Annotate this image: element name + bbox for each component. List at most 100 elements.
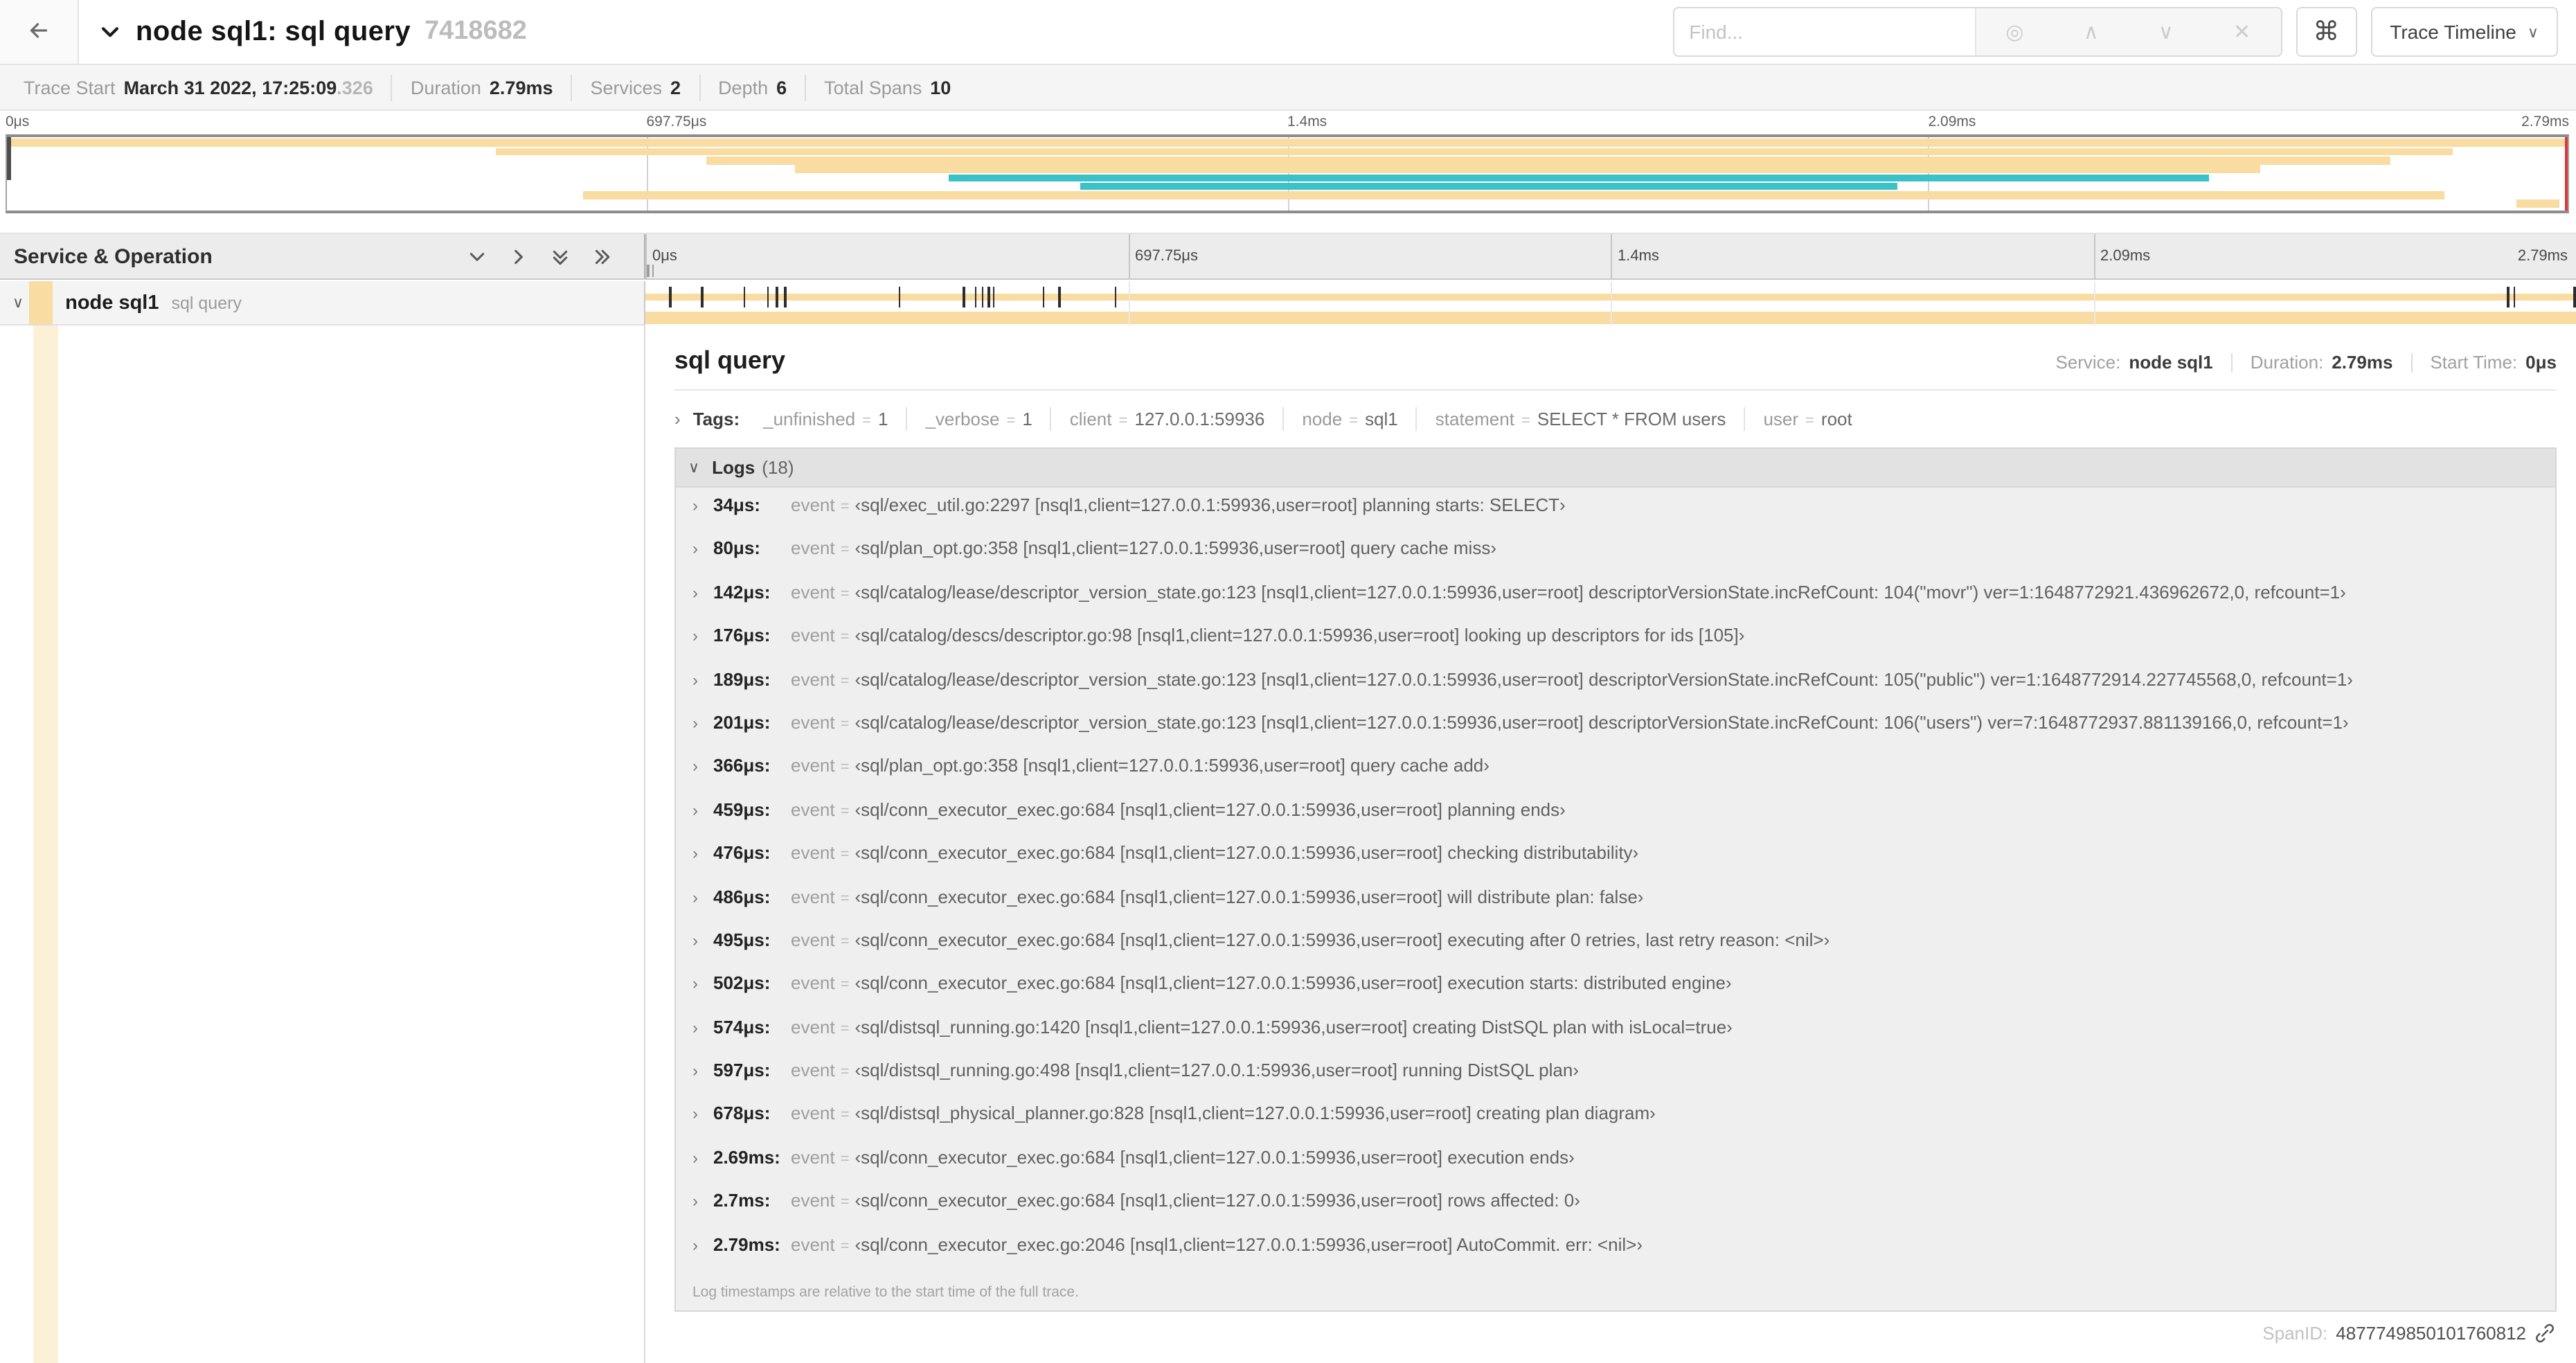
find-input[interactable] bbox=[1674, 8, 1975, 55]
divider bbox=[674, 389, 2557, 391]
log-entry[interactable]: › 34μs: event = ‹sql/exec_util.go:2297 [… bbox=[676, 495, 2555, 538]
log-marker-tick[interactable] bbox=[2573, 287, 2575, 308]
log-entry[interactable]: › 189μs: event = ‹sql/catalog/lease/desc… bbox=[676, 668, 2555, 712]
expand-log-chevron-icon[interactable]: › bbox=[692, 1105, 713, 1124]
expand-log-chevron-icon[interactable]: › bbox=[692, 757, 713, 776]
log-field-key: event bbox=[791, 972, 835, 994]
log-entry[interactable]: › 80μs: event = ‹sql/plan_opt.go:358 [ns… bbox=[676, 538, 2555, 582]
tags-row[interactable]: › Tags: _unfinished = 1 _verbose = 1 cli… bbox=[674, 407, 2557, 431]
log-entry[interactable]: › 502μs: event = ‹sql/conn_executor_exec… bbox=[676, 973, 2555, 1017]
span-row-label[interactable]: ∨ node sql1 sql query bbox=[0, 281, 645, 326]
log-marker-tick[interactable] bbox=[743, 287, 746, 308]
logs-header[interactable]: ∨ Logs (18) bbox=[676, 449, 2555, 488]
log-timestamp: 2.79ms: bbox=[713, 1233, 780, 1255]
find-clear-icon[interactable]: ✕ bbox=[2233, 21, 2251, 42]
minimap-span-row bbox=[7, 148, 2568, 157]
log-entry[interactable]: › 574μs: event = ‹sql/distsql_running.go… bbox=[676, 1016, 2555, 1060]
log-marker-tick[interactable] bbox=[1114, 287, 1117, 308]
trace-id: 7418682 bbox=[424, 17, 527, 46]
expand-all-icon[interactable] bbox=[593, 247, 611, 265]
expand-log-chevron-icon[interactable]: › bbox=[692, 887, 713, 907]
minimap-span-bar bbox=[795, 165, 2261, 173]
expand-log-chevron-icon[interactable]: › bbox=[692, 540, 713, 559]
expand-log-chevron-icon[interactable]: › bbox=[692, 1192, 713, 1211]
log-field-key: event bbox=[791, 842, 835, 864]
expand-log-chevron-icon[interactable]: › bbox=[692, 670, 713, 689]
collapse-span-chevron-icon[interactable]: ∨ bbox=[12, 294, 24, 312]
expand-log-chevron-icon[interactable]: › bbox=[692, 931, 713, 950]
summary-value: 2 bbox=[670, 77, 681, 98]
log-marker-tick[interactable] bbox=[981, 287, 984, 308]
column-resize-grip[interactable] bbox=[647, 265, 654, 277]
find-locate-icon[interactable]: ◎ bbox=[2005, 21, 2023, 42]
log-marker-tick[interactable] bbox=[1042, 287, 1045, 308]
find-prev-icon[interactable]: ∧ bbox=[2084, 21, 2099, 42]
log-marker-tick[interactable] bbox=[669, 287, 671, 308]
expand-log-chevron-icon[interactable]: › bbox=[692, 1017, 713, 1037]
minimap-graph[interactable] bbox=[6, 134, 2569, 213]
collapse-one-icon[interactable] bbox=[468, 247, 486, 265]
log-entry[interactable]: › 678μs: event = ‹sql/distsql_physical_p… bbox=[676, 1103, 2555, 1147]
expand-log-chevron-icon[interactable]: › bbox=[692, 1061, 713, 1080]
collapse-all-icon[interactable] bbox=[551, 247, 569, 265]
log-entry[interactable]: › 176μs: event = ‹sql/catalog/descs/desc… bbox=[676, 625, 2555, 668]
log-entry[interactable]: › 459μs: event = ‹sql/conn_executor_exec… bbox=[676, 799, 2555, 842]
log-field-value: ‹sql/conn_executor_exec.go:684 [nsql1,cl… bbox=[855, 799, 1566, 820]
log-marker-tick[interactable] bbox=[2513, 287, 2516, 308]
expand-log-chevron-icon[interactable]: › bbox=[692, 844, 713, 863]
log-field-value: ‹sql/conn_executor_exec.go:684 [nsql1,cl… bbox=[855, 842, 1639, 864]
log-marker-tick[interactable] bbox=[767, 287, 769, 308]
log-entry[interactable]: › 476μs: event = ‹sql/conn_executor_exec… bbox=[676, 842, 2555, 886]
log-marker-tick[interactable] bbox=[898, 287, 901, 308]
log-marker-tick[interactable] bbox=[2507, 287, 2510, 308]
expand-log-chevron-icon[interactable]: › bbox=[692, 1235, 713, 1254]
log-entry[interactable]: › 495μs: event = ‹sql/conn_executor_exec… bbox=[676, 929, 2555, 973]
collapse-logs-chevron-icon[interactable]: ∨ bbox=[688, 458, 699, 476]
log-entry[interactable]: › 486μs: event = ‹sql/conn_executor_exec… bbox=[676, 886, 2555, 929]
equals-sign: = bbox=[840, 585, 850, 603]
log-entry[interactable]: › 2.79ms: event = ‹sql/conn_executor_exe… bbox=[676, 1233, 2555, 1277]
log-field-key: event bbox=[791, 625, 835, 646]
find-next-icon[interactable]: ∨ bbox=[2158, 21, 2174, 42]
tag-key: _verbose bbox=[925, 409, 1000, 429]
expand-log-chevron-icon[interactable]: › bbox=[692, 974, 713, 994]
back-button[interactable] bbox=[0, 0, 79, 64]
collapse-header-chevron-icon[interactable] bbox=[98, 20, 122, 44]
expand-log-chevron-icon[interactable]: › bbox=[692, 583, 713, 603]
log-marker-tick[interactable] bbox=[974, 287, 977, 308]
trace-title-group: node sql1: sql query 7418682 bbox=[98, 16, 527, 48]
log-entry[interactable]: › 2.7ms: event = ‹sql/conn_executor_exec… bbox=[676, 1191, 2555, 1234]
log-marker-tick[interactable] bbox=[784, 287, 787, 308]
header-actions: ◎ ∧ ∨ ✕ ⌘ Trace Timeline ∨ bbox=[1672, 7, 2576, 57]
minimap-span-bar bbox=[496, 148, 2453, 156]
equals-sign: = bbox=[1521, 413, 1530, 429]
log-marker-tick[interactable] bbox=[1058, 287, 1061, 308]
expand-log-chevron-icon[interactable]: › bbox=[692, 626, 713, 645]
log-marker-tick[interactable] bbox=[963, 287, 965, 308]
minimap-right-scrubber[interactable] bbox=[2564, 137, 2568, 211]
deep-link-icon[interactable] bbox=[2534, 1323, 2555, 1344]
log-timestamp: 176μs: bbox=[713, 625, 771, 646]
log-entry[interactable]: › 201μs: event = ‹sql/catalog/lease/desc… bbox=[676, 712, 2555, 756]
expand-log-chevron-icon[interactable]: › bbox=[692, 1148, 713, 1168]
span-bar-area[interactable] bbox=[645, 281, 2576, 326]
minimap-left-scrubber[interactable] bbox=[7, 137, 11, 180]
expand-tags-chevron-icon[interactable]: › bbox=[674, 409, 681, 429]
log-entry[interactable]: › 597μs: event = ‹sql/distsql_running.go… bbox=[676, 1060, 2555, 1103]
log-marker-tick[interactable] bbox=[776, 287, 778, 308]
expand-log-chevron-icon[interactable]: › bbox=[692, 713, 713, 733]
keyboard-shortcuts-button[interactable]: ⌘ bbox=[2296, 7, 2357, 57]
expand-one-icon[interactable] bbox=[510, 247, 528, 265]
log-marker-tick[interactable] bbox=[987, 287, 990, 308]
view-dropdown-button[interactable]: Trace Timeline ∨ bbox=[2370, 7, 2558, 57]
service-color-column bbox=[33, 326, 58, 1363]
log-marker-tick[interactable] bbox=[992, 287, 995, 308]
logs-note: Log timestamps are relative to the start… bbox=[692, 1284, 1079, 1301]
log-entry[interactable]: › 2.69ms: event = ‹sql/conn_executor_exe… bbox=[676, 1147, 2555, 1191]
expand-log-chevron-icon[interactable]: › bbox=[692, 496, 713, 515]
log-entry[interactable]: › 366μs: event = ‹sql/plan_opt.go:358 [n… bbox=[676, 756, 2555, 799]
expand-log-chevron-icon[interactable]: › bbox=[692, 800, 713, 819]
log-marker-tick[interactable] bbox=[701, 287, 703, 308]
log-entry[interactable]: › 142μs: event = ‹sql/catalog/lease/desc… bbox=[676, 582, 2555, 625]
service-value: node sql1 bbox=[2129, 352, 2213, 373]
